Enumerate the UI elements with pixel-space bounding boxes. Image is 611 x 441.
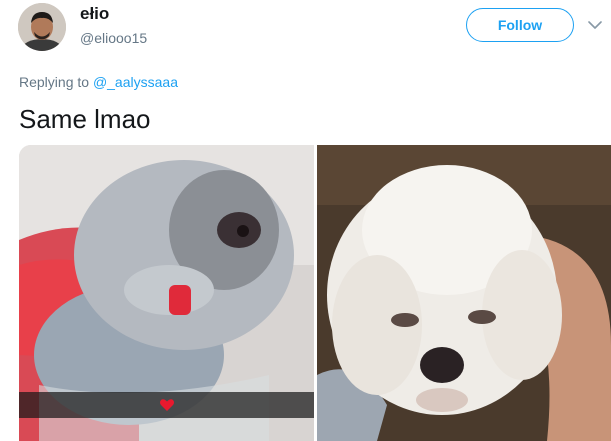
caption-bar [19,392,314,418]
dog-photo-right [317,145,611,441]
heart-icon [160,399,174,411]
chevron-down-icon[interactable] [586,16,604,34]
follow-button[interactable]: Follow [466,8,574,42]
display-name[interactable]: ełio [80,4,109,24]
replying-to: Replying to @_aalyssaaa [19,73,178,91]
media-grid [19,145,611,441]
media-photo-left[interactable] [19,145,314,441]
user-handle[interactable]: @eliooo15 [80,29,147,47]
avatar[interactable] [18,3,66,51]
mention-link[interactable]: @_aalyssaaa [93,74,178,90]
media-photo-right[interactable] [317,145,611,441]
replying-to-label: Replying to [19,74,90,90]
avatar-image [18,3,66,51]
tweet-text: Same lmao [19,104,151,134]
